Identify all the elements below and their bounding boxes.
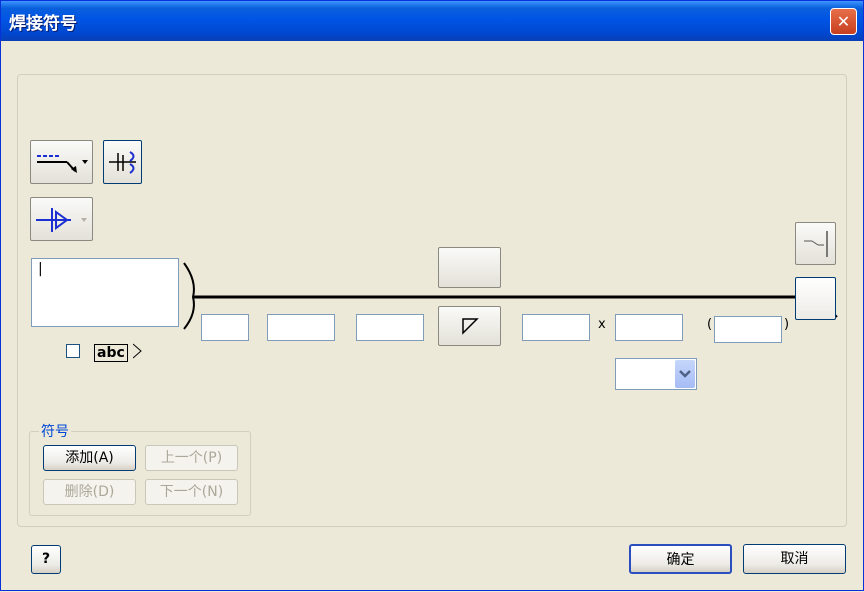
tag-arrow-icon	[132, 343, 142, 359]
leg-size-field[interactable]	[267, 314, 335, 341]
next-button[interactable]: 下一个(N)	[145, 479, 238, 505]
size-field[interactable]	[356, 314, 424, 341]
ok-button[interactable]: 确定	[629, 544, 732, 574]
identification-checkbox[interactable]	[66, 344, 80, 358]
field-weld-icon	[804, 231, 828, 257]
paren-close: )	[784, 317, 790, 332]
fillet-symbol-icon	[462, 318, 479, 335]
chevron-down-icon	[679, 370, 691, 378]
other-side-symbol-button[interactable]	[438, 247, 501, 288]
length-field[interactable]	[522, 314, 590, 341]
arrow-side-symbol-button[interactable]	[438, 306, 501, 346]
delete-button[interactable]: 删除(D)	[43, 479, 136, 505]
bracket-field[interactable]	[714, 316, 782, 343]
multiply-sign: x	[598, 317, 606, 332]
abc-tag-text: abc	[94, 344, 128, 362]
previous-button[interactable]: 上一个(P)	[145, 445, 238, 471]
tail-icon	[796, 278, 835, 319]
pitch-field[interactable]	[615, 314, 683, 341]
prefix-field[interactable]	[201, 314, 249, 341]
contour-dropdown[interactable]	[615, 358, 697, 390]
weld-symbol-dialog: 焊接符号 ✕ | x () abc 符号 添加(A) 上一个(P) 删除(D)…	[0, 0, 864, 591]
help-button[interactable]: ?	[31, 545, 61, 574]
symbols-group-title: 符号	[39, 421, 71, 441]
help-icon: ?	[41, 551, 51, 567]
field-weld-button[interactable]	[795, 222, 836, 265]
dropdown-arrow-button[interactable]	[675, 360, 695, 388]
cancel-button[interactable]: 取消	[743, 544, 846, 574]
tail-button[interactable]	[795, 277, 836, 320]
paren-open: (	[707, 317, 713, 332]
add-button[interactable]: 添加(A)	[43, 445, 136, 471]
abc-tag: abc	[94, 342, 143, 362]
